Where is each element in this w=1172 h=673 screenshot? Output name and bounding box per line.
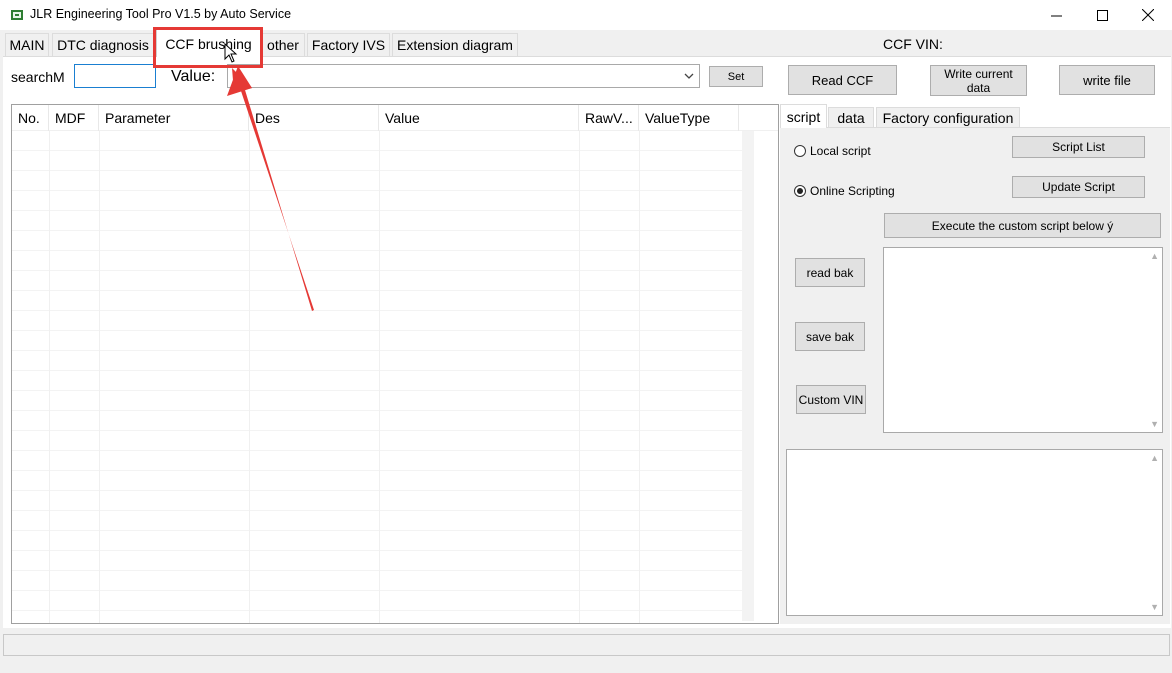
grid-column-divider	[99, 131, 100, 623]
search-label: searchM	[11, 69, 65, 85]
grid-column-divider	[379, 131, 380, 623]
tab-dtc-diagnosis[interactable]: DTC diagnosis	[52, 33, 154, 56]
chevron-down-icon	[684, 73, 694, 79]
tab-other[interactable]: other	[261, 33, 305, 56]
custom-vin-button[interactable]: Custom VIN	[796, 385, 866, 414]
online-scripting-radio[interactable]: Online Scripting	[794, 184, 895, 198]
custom-script-textarea[interactable]: ▲ ▼	[883, 247, 1163, 433]
minimize-icon	[1050, 15, 1062, 16]
value-dropdown[interactable]	[227, 64, 700, 88]
column-header-rawvalue[interactable]: RawV...	[579, 105, 639, 131]
column-header-des[interactable]: Des	[249, 105, 379, 131]
mouse-cursor-icon	[224, 43, 238, 63]
scroll-up-icon[interactable]: ▲	[1150, 251, 1159, 261]
tab-data[interactable]: data	[828, 107, 874, 128]
scroll-up-icon[interactable]: ▲	[1150, 453, 1159, 463]
script-list-button[interactable]: Script List	[1012, 136, 1145, 158]
annotation-highlight-box	[153, 27, 263, 68]
title-bar: JLR Engineering Tool Pro V1.5 by Auto Se…	[0, 0, 1172, 30]
column-header-no[interactable]: No.	[12, 105, 49, 131]
maximize-icon	[1096, 9, 1108, 21]
read-ccf-button[interactable]: Read CCF	[788, 65, 897, 95]
column-header-value[interactable]: Value	[379, 105, 579, 131]
status-bar	[3, 634, 1170, 656]
column-header-parameter[interactable]: Parameter	[99, 105, 249, 131]
grid-column-divider	[639, 131, 640, 623]
local-script-radio[interactable]: Local script	[794, 144, 871, 158]
search-input[interactable]	[74, 64, 156, 88]
ccf-vin-label: CCF VIN:	[883, 36, 943, 52]
maximize-button[interactable]	[1079, 0, 1125, 30]
grid-scrollbar[interactable]	[742, 131, 754, 621]
scroll-down-icon[interactable]: ▼	[1150, 419, 1159, 429]
execute-custom-script-button[interactable]: Execute the custom script below ý	[884, 213, 1161, 238]
parameter-grid[interactable]: No. MDF Parameter Des Value RawV... Valu…	[11, 104, 779, 624]
tab-factory-ivs[interactable]: Factory IVS	[307, 33, 390, 56]
grid-header: No. MDF Parameter Des Value RawV... Valu…	[12, 105, 778, 131]
column-header-mdf[interactable]: MDF	[49, 105, 99, 131]
read-bak-button[interactable]: read bak	[795, 258, 865, 287]
tab-extension-diagram[interactable]: Extension diagram	[392, 33, 518, 56]
local-script-label: Local script	[810, 144, 871, 158]
output-log-textarea[interactable]: ▲ ▼	[786, 449, 1163, 616]
write-file-button[interactable]: write file	[1059, 65, 1155, 95]
tab-main[interactable]: MAIN	[5, 33, 49, 56]
grid-column-divider	[49, 131, 50, 623]
column-header-valuetype[interactable]: ValueType	[639, 105, 739, 131]
close-icon	[1142, 9, 1154, 21]
update-script-button[interactable]: Update Script	[1012, 176, 1145, 198]
tab-factory-configuration[interactable]: Factory configuration	[876, 107, 1020, 128]
value-label: Value:	[171, 68, 216, 85]
set-button[interactable]: Set	[709, 66, 763, 87]
radio-circle-icon	[794, 145, 806, 157]
close-button[interactable]	[1125, 0, 1171, 30]
window-title: JLR Engineering Tool Pro V1.5 by Auto Se…	[30, 7, 292, 21]
save-bak-button[interactable]: save bak	[795, 322, 865, 351]
grid-column-divider	[579, 131, 580, 623]
radio-selected-icon	[794, 185, 806, 197]
online-scripting-label: Online Scripting	[810, 184, 895, 198]
minimize-button[interactable]	[1033, 0, 1079, 30]
app-icon	[11, 10, 23, 20]
grid-column-divider	[249, 131, 250, 623]
scroll-down-icon[interactable]: ▼	[1150, 602, 1159, 612]
grid-body	[12, 131, 752, 623]
tab-script[interactable]: script	[780, 104, 827, 128]
write-current-data-button[interactable]: Write current data	[930, 65, 1027, 96]
